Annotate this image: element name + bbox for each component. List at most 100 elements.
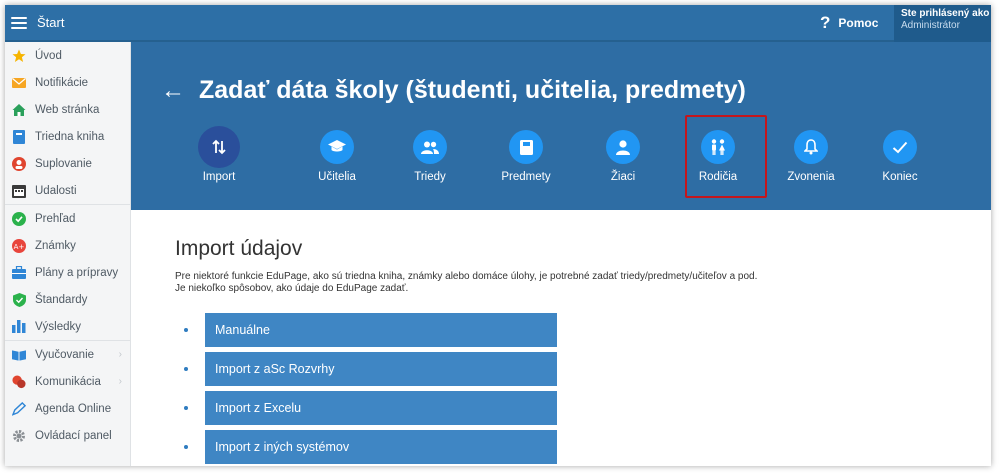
option-row: Import z iných systémov	[184, 430, 557, 464]
sidebar-item-web-str-nka[interactable]: Web stránka	[5, 96, 130, 123]
sidebar-item-vyu-ovanie[interactable]: Vyučovanie ›	[5, 341, 130, 368]
user-status-label: Ste prihlásený ako	[901, 8, 990, 19]
sidebar-item-v-sledky[interactable]: Výsledky	[5, 313, 130, 340]
back-arrow-icon[interactable]: ←	[161, 77, 185, 105]
start-link[interactable]: Štart	[37, 15, 64, 30]
step-zvonenia[interactable]: Zvonenia	[779, 130, 843, 183]
sidebar-item-label: Plány a prípravy	[35, 266, 119, 279]
user-role: Administrátor	[901, 20, 960, 31]
import-option-button[interactable]: Import z iných systémov	[205, 430, 557, 464]
bullet-icon	[184, 445, 188, 449]
book-icon	[509, 130, 543, 164]
group-icon	[413, 130, 447, 164]
sidebar-item-label: Notifikácie	[35, 76, 89, 89]
step-koniec[interactable]: Koniec	[868, 130, 932, 183]
step-predmety[interactable]: Predmety	[494, 130, 558, 183]
person-icon	[606, 130, 640, 164]
sidebar-item--vod[interactable]: Úvod	[5, 42, 130, 69]
check-circle-icon	[12, 211, 26, 226]
description-line-1: Pre niektoré funkcie EduPage, ako sú tri…	[175, 271, 758, 282]
sidebar-item-preh-ad[interactable]: Prehľad	[5, 205, 130, 232]
sidebar-item-label: Štandardy	[35, 293, 88, 306]
bar-chart-icon	[12, 320, 26, 334]
bullet-icon	[184, 367, 188, 371]
sidebar-item-triedna-kniha[interactable]: Triedna kniha	[5, 123, 130, 150]
sidebar-item-label: Prehľad	[35, 212, 76, 225]
sidebar-item-label: Triedna kniha	[35, 130, 105, 143]
step-ziaci[interactable]: Žiaci	[591, 130, 655, 183]
section-title: Import údajov	[175, 237, 303, 260]
import-option-button[interactable]: Import z Excelu	[205, 391, 557, 425]
sidebar-item-label: Web stránka	[35, 103, 100, 116]
svg-text:A+: A+	[14, 243, 25, 251]
bullet-icon	[184, 406, 188, 410]
help-button[interactable]: ? Pomoc	[820, 13, 878, 33]
calendar-icon	[12, 184, 26, 198]
sidebar-item--tandardy[interactable]: Štandardy	[5, 286, 130, 313]
page-title-text: Zadať dáta školy (študenti, učitelia, pr…	[199, 76, 746, 104]
sidebar-item-suplovanie[interactable]: Suplovanie	[5, 150, 130, 177]
option-row: Import z aSc Rozvrhy	[184, 352, 557, 386]
description: Pre niektoré funkcie EduPage, ako sú tri…	[175, 271, 757, 295]
chevron-right-icon: ›	[118, 349, 122, 360]
step-label: Koniec	[882, 171, 918, 183]
step-label: Triedy	[414, 171, 446, 183]
step-import[interactable]: Import	[187, 126, 251, 183]
step-label: Zvonenia	[787, 171, 835, 183]
import-option-button[interactable]: Manuálne	[205, 313, 557, 347]
graduation-cap-icon	[320, 130, 354, 164]
step-ucitelia[interactable]: Učitelia	[305, 130, 369, 183]
sidebar-item-label: Výsledky	[35, 320, 82, 333]
sidebar-item-label: Komunikácia	[35, 375, 101, 388]
help-label: Pomoc	[838, 16, 879, 30]
home-icon	[12, 103, 26, 117]
sidebar-item-label: Ovládací panel	[35, 429, 112, 442]
envelope-icon	[12, 76, 26, 90]
briefcase-icon	[12, 266, 26, 280]
sidebar-item-notifik-cie[interactable]: Notifikácie	[5, 69, 130, 96]
question-icon: ?	[820, 13, 831, 32]
pen-icon	[12, 401, 26, 416]
step-label: Predmety	[501, 171, 551, 183]
sidebar-item-label: Suplovanie	[35, 157, 92, 170]
sidebar-item-label: Udalosti	[35, 184, 77, 197]
sidebar-item-komunik-cia[interactable]: Komunikácia ›	[5, 368, 130, 395]
sidebar-item-udalosti[interactable]: Udalosti	[5, 177, 130, 204]
step-triedy[interactable]: Triedy	[398, 130, 462, 183]
chat-icon	[12, 374, 26, 389]
import-option-button[interactable]: Import z aSc Rozvrhy	[205, 352, 557, 386]
open-book-icon	[12, 348, 26, 362]
menu-icon[interactable]	[11, 16, 27, 29]
shield-icon	[12, 292, 26, 307]
sidebar-item-pl-ny-a-pr-pravy[interactable]: Plány a prípravy	[5, 259, 130, 286]
sidebar-item-label: Agenda Online	[35, 402, 112, 415]
grade-icon: A+	[12, 238, 26, 253]
page-title: ← Zadať dáta školy (študenti, učitelia, …	[161, 76, 746, 105]
option-row: Manuálne	[184, 313, 557, 347]
substitution-icon	[12, 156, 26, 171]
step-label: Import	[202, 171, 236, 183]
bullet-icon	[184, 328, 188, 332]
star-icon	[12, 49, 26, 63]
sidebar-item-zn-mky[interactable]: A+ Známky	[5, 232, 130, 259]
main-content: Import údajov Pre niektoré funkcie EduPa…	[175, 237, 757, 295]
step-label: Žiaci	[610, 171, 636, 183]
option-row: Import z Excelu	[184, 391, 557, 425]
sidebar-item-label: Vyučovanie	[35, 348, 95, 361]
description-line-2: Je niekoľko spôsobov, ako údaje do EduPa…	[175, 283, 409, 294]
swap-arrows-icon	[198, 126, 240, 168]
sidebar-item-agenda-online[interactable]: Agenda Online	[5, 395, 130, 422]
sidebar: Úvod Notifikácie Web stránka Triedna kniha S…	[5, 42, 131, 466]
wizard-header: ← Zadať dáta školy (študenti, učitelia, …	[131, 42, 991, 210]
user-account[interactable]: Ste prihlásený ako Administrátor	[894, 5, 991, 42]
book-icon	[12, 129, 26, 144]
highlight-box	[685, 115, 767, 198]
check-icon	[883, 130, 917, 164]
top-bar: Štart ? Pomoc Ste prihlásený ako Adminis…	[5, 5, 991, 42]
chevron-right-icon: ›	[118, 376, 122, 387]
sidebar-item-ovl-dac-panel[interactable]: Ovládací panel	[5, 422, 130, 449]
gear-icon	[12, 429, 26, 443]
bell-icon	[794, 130, 828, 164]
sidebar-item-label: Známky	[35, 239, 76, 252]
step-label: Učitelia	[318, 171, 356, 183]
